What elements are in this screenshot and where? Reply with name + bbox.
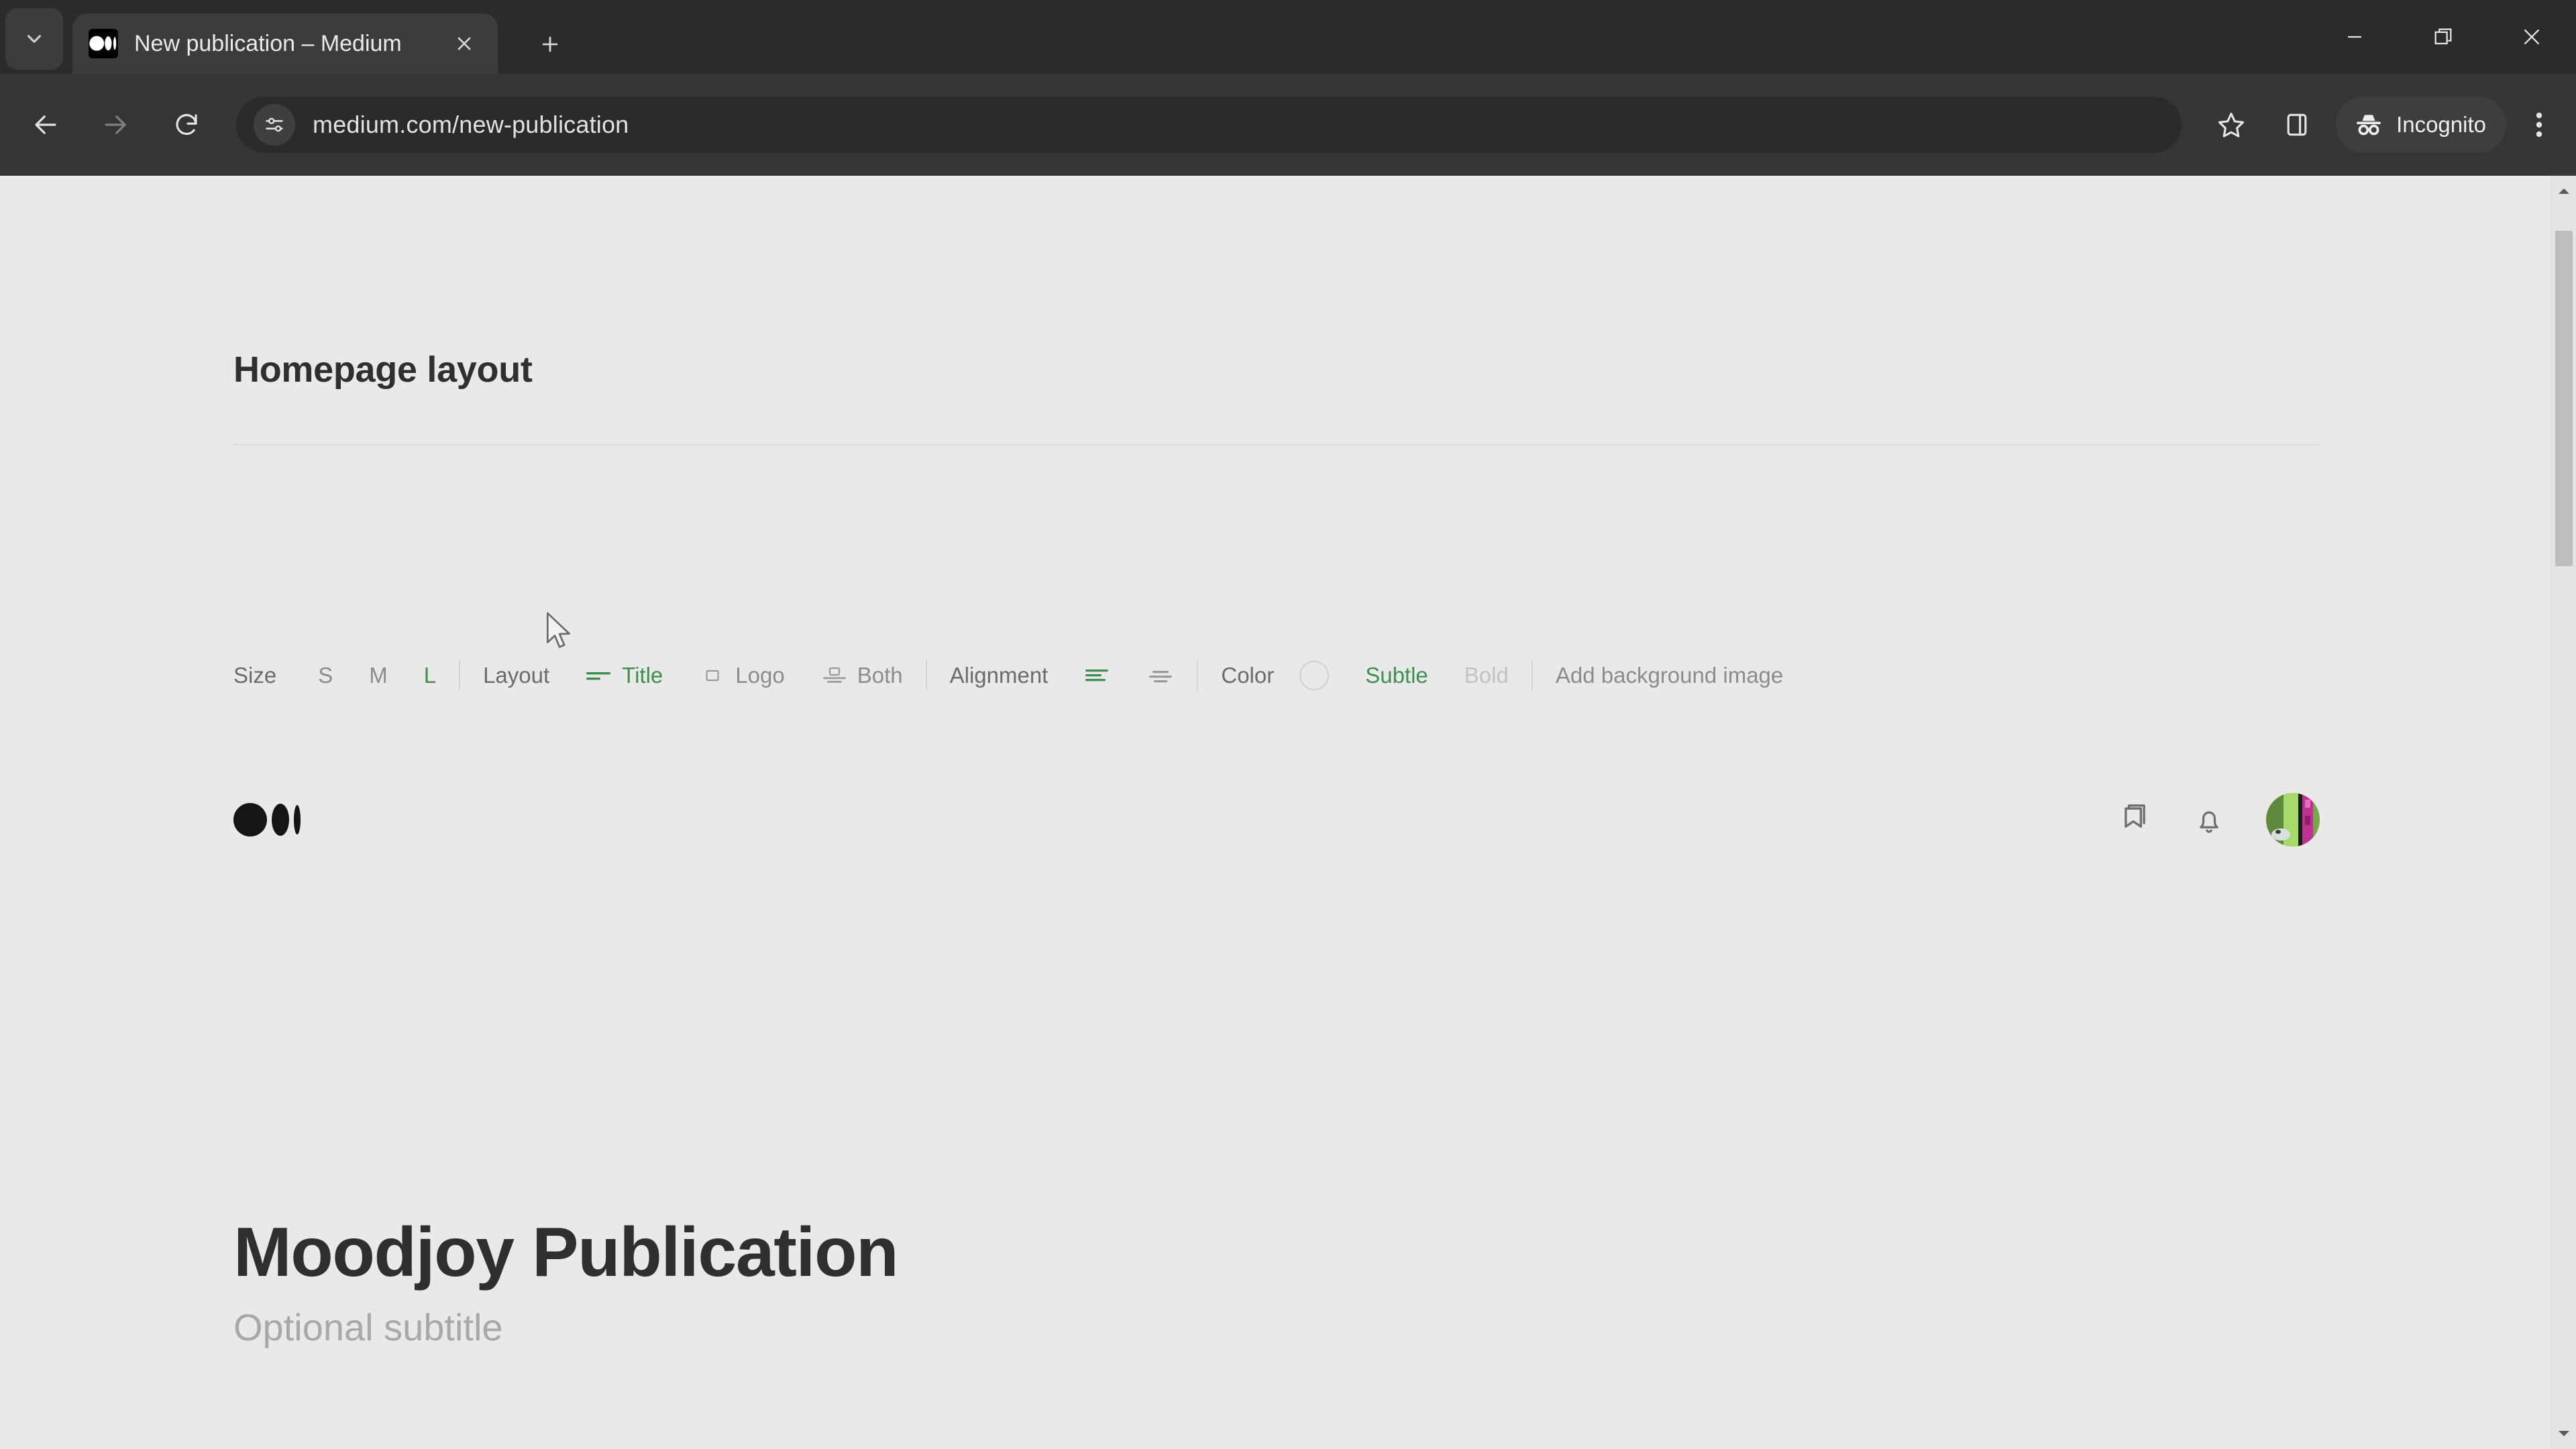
window-controls (2310, 0, 2576, 74)
medium-logo-circle (233, 803, 267, 837)
bell-icon[interactable] (2190, 800, 2229, 839)
scroll-up-button[interactable] (2551, 178, 2576, 204)
alignment-label: Alignment (949, 663, 1049, 688)
browser-toolbar: medium.com/new-publication Incognito (0, 74, 2576, 176)
publication-title[interactable]: Moodjoy Publication (233, 1214, 899, 1291)
site-settings-icon (266, 117, 283, 132)
site-settings-button[interactable] (254, 104, 295, 146)
title-bar: New publication – Medium (0, 0, 2576, 74)
color-option-bold[interactable]: Bold (1464, 663, 1509, 688)
layout-option-title-label: Title (622, 663, 663, 688)
tab-search-button[interactable] (5, 8, 63, 70)
layout-label: Layout (483, 663, 550, 688)
layout-option-both[interactable]: Both (821, 662, 903, 689)
medium-favicon-glyph (89, 36, 117, 51)
browser-window: New publication – Medium medium.com/new-… (0, 0, 2576, 1449)
new-tab-button[interactable] (530, 24, 570, 64)
bookmark-star-button[interactable] (2200, 94, 2262, 156)
side-panel-button[interactable] (2266, 94, 2328, 156)
publication-header-preview (233, 793, 2320, 847)
close-window-button[interactable] (2487, 0, 2576, 74)
scroll-down-button[interactable] (2551, 1421, 2576, 1446)
side-panel-icon (2287, 113, 2307, 136)
logo-over-lines-icon (821, 662, 848, 689)
layout-option-logo[interactable]: Logo (699, 662, 785, 689)
size-label: Size (233, 663, 277, 688)
publication-subtitle[interactable]: Optional subtitle (233, 1305, 503, 1349)
tab-close-button[interactable] (447, 26, 482, 61)
alignment-option-left[interactable] (1084, 662, 1111, 689)
avatar[interactable] (2266, 793, 2320, 847)
medium-logo-icon[interactable] (233, 801, 301, 839)
three-dots-icon (2536, 112, 2542, 138)
address-bar[interactable]: medium.com/new-publication (236, 97, 2182, 153)
scrollbar-thumb[interactable] (2555, 231, 2573, 566)
chevron-down-icon (27, 35, 42, 43)
page-viewport: Homepage layout Size S M L Layout Title … (0, 176, 2576, 1449)
two-lines-glyph (586, 672, 611, 680)
incognito-indicator[interactable]: Incognito (2336, 97, 2506, 153)
arrow-left-icon (35, 115, 56, 134)
avatar-image (2266, 793, 2320, 847)
incognito-icon (2357, 115, 2381, 136)
align-center-icon (1147, 662, 1174, 689)
bookmark-glyph (2125, 804, 2145, 828)
caret-up-icon (2559, 189, 2569, 194)
browser-menu-button[interactable] (2514, 94, 2564, 156)
alignment-option-center[interactable] (1147, 662, 1174, 689)
align-left-icon (1084, 662, 1111, 689)
color-label: Color (1221, 663, 1275, 688)
divider (925, 660, 927, 691)
restore-icon (2434, 28, 2452, 45)
arrow-right-icon (105, 115, 126, 134)
incognito-label: Incognito (2396, 112, 2486, 137)
minimize-button[interactable] (2310, 0, 2399, 74)
star-icon (2218, 112, 2245, 138)
medium-logo-icon (89, 29, 118, 58)
forward-button[interactable] (89, 98, 142, 152)
minimize-icon (2348, 36, 2361, 38)
url-text: medium.com/new-publication (313, 111, 629, 138)
layout-option-both-label: Both (857, 663, 903, 688)
layout-option-title[interactable]: Title (586, 662, 663, 689)
size-option-m[interactable]: M (369, 663, 388, 688)
layout-options-toolbar: Size S M L Layout Title Logo Both Alignm… (233, 660, 1783, 691)
close-icon (2524, 29, 2540, 45)
bell-glyph (2200, 811, 2218, 833)
layout-option-logo-label: Logo (735, 663, 785, 688)
two-lines-icon (586, 662, 612, 689)
reload-button[interactable] (160, 98, 213, 152)
size-option-l[interactable]: L (424, 663, 436, 688)
browser-tab[interactable]: New publication – Medium (72, 13, 498, 74)
header-divider (233, 444, 2320, 445)
reload-icon (176, 114, 197, 136)
page-title: Homepage layout (233, 350, 533, 390)
square-icon (699, 662, 726, 689)
header-actions (2113, 793, 2320, 847)
divider (1197, 660, 1199, 691)
tab-title: New publication – Medium (134, 30, 402, 56)
color-option-subtle[interactable]: Subtle (1365, 663, 1428, 688)
toolbar-actions: Incognito (2200, 94, 2564, 156)
page-content: Homepage layout Size S M L Layout Title … (0, 176, 2576, 1449)
medium-logo-ellipse (272, 804, 289, 836)
medium-logo-sliver (294, 805, 301, 835)
divider (459, 660, 461, 691)
square-glyph (706, 669, 719, 682)
plus-icon (542, 36, 558, 52)
bookmark-icon[interactable] (2113, 800, 2152, 839)
close-icon (458, 37, 471, 50)
add-background-image-button[interactable]: Add background image (1556, 663, 1783, 688)
size-option-s[interactable]: S (318, 663, 333, 688)
back-button[interactable] (19, 98, 72, 152)
page-scrollbar[interactable] (2551, 176, 2576, 1449)
divider (1531, 660, 1533, 691)
align-left-glyph (1085, 669, 1109, 682)
color-swatch-button[interactable] (1299, 661, 1330, 690)
logo-over-lines-glyph (822, 667, 846, 683)
maximize-button[interactable] (2399, 0, 2487, 74)
align-center-glyph (1149, 671, 1173, 683)
caret-down-icon (2559, 1431, 2569, 1436)
